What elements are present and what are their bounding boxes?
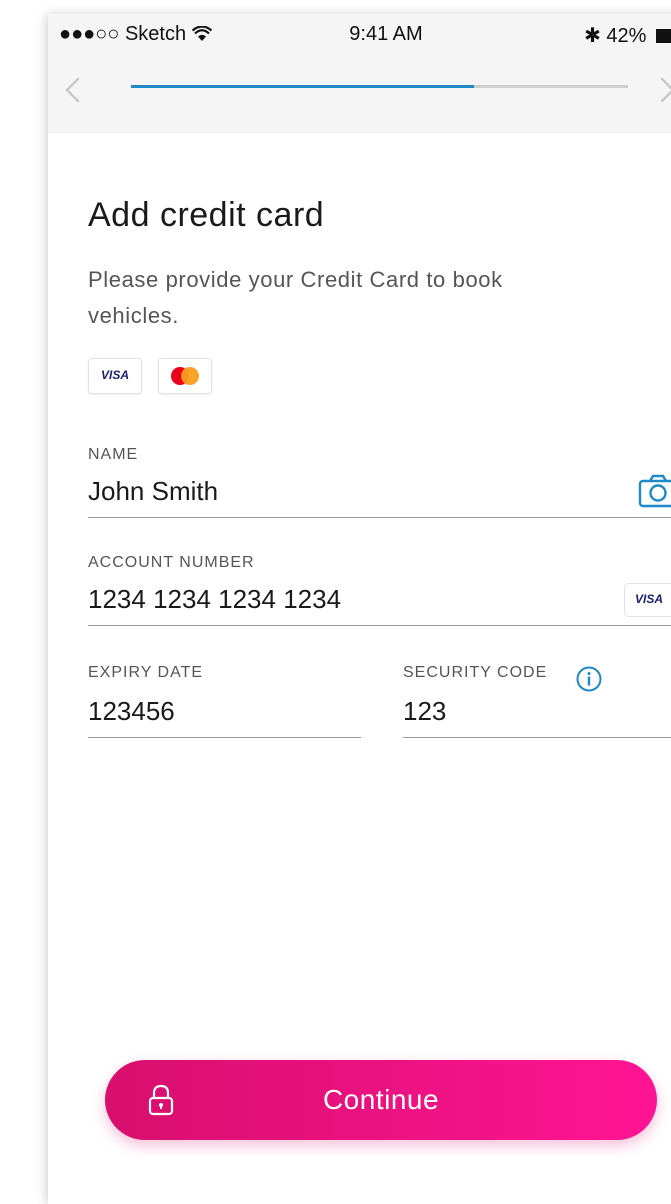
- progress-fill: [131, 85, 474, 88]
- name-underline: [88, 517, 671, 518]
- name-label: NAME: [88, 446, 139, 463]
- account-number-underline: [88, 625, 671, 626]
- account-number-field[interactable]: 1234 1234 1234 1234: [88, 584, 341, 615]
- battery-status: ✱ 42%: [584, 23, 671, 48]
- battery-icon: [656, 29, 671, 43]
- card-brand-badge: VISA: [624, 583, 671, 617]
- expiry-date-underline: [88, 737, 361, 738]
- page-title: Add credit card: [88, 196, 325, 234]
- security-code-field[interactable]: 123: [403, 696, 446, 727]
- camera-icon[interactable]: [638, 474, 671, 508]
- info-icon[interactable]: [576, 666, 602, 692]
- security-code-underline: [403, 737, 671, 738]
- visa-logo: VISA: [88, 358, 142, 394]
- chevron-left-icon[interactable]: [60, 76, 88, 104]
- carrier-name: Sketch: [124, 23, 187, 45]
- card-brand-text: VISA: [634, 592, 663, 606]
- phone-screen: ●●●○○ Sketch 9:41 AM ✱ 42% Add credit ca…: [48, 14, 671, 1204]
- clock: 9:41 AM: [349, 23, 423, 45]
- page-subtitle: Please provide your Credit Card to book …: [88, 267, 503, 328]
- chevron-right-icon[interactable]: [652, 76, 671, 104]
- continue-label: Continue: [322, 1084, 440, 1115]
- expiry-date-label: EXPIRY DATE: [88, 664, 204, 681]
- battery-percentage: 42%: [606, 25, 647, 47]
- continue-button[interactable]: Continue: [105, 1060, 657, 1140]
- account-number-label: ACCOUNT NUMBER: [88, 554, 255, 571]
- carrier-status: ●●●○○ Sketch: [59, 23, 212, 46]
- security-code-label: SECURITY CODE: [403, 664, 548, 681]
- visa-logo-text: VISA: [100, 368, 129, 382]
- top-bar: ●●●○○ Sketch 9:41 AM ✱ 42%: [48, 14, 671, 133]
- signal-strength: ●●●○○: [59, 23, 120, 45]
- progress-bar: [131, 85, 628, 88]
- mastercard-logo: [158, 358, 212, 394]
- status-bar: ●●●○○ Sketch 9:41 AM ✱ 42%: [48, 14, 671, 54]
- name-field[interactable]: John Smith: [88, 476, 218, 507]
- mastercard-yellow-circle: [181, 367, 199, 385]
- wifi-icon: [191, 25, 212, 41]
- expiry-date-field[interactable]: 123456: [88, 696, 175, 727]
- bluetooth-icon: ✱: [584, 25, 601, 47]
